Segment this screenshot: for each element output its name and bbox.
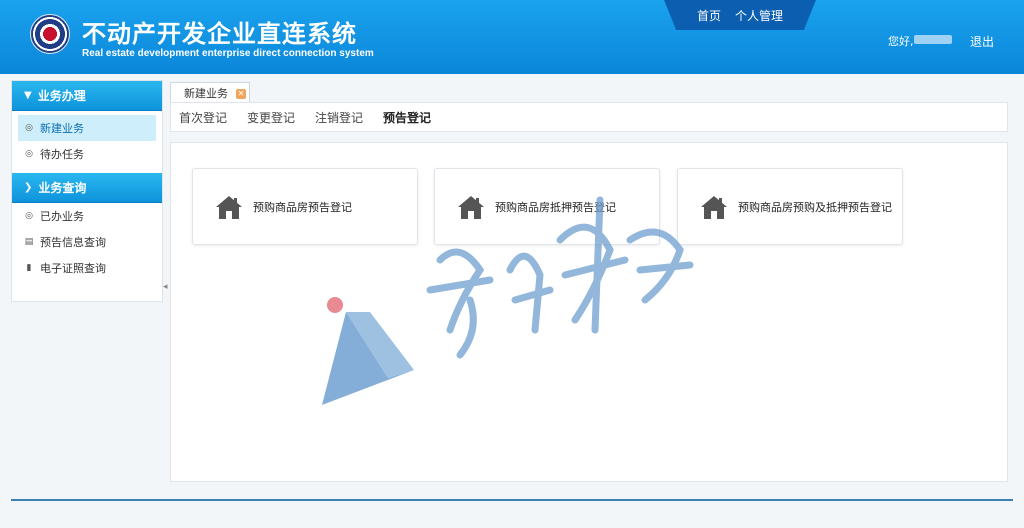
- sidebar-item-label: 已办业务: [40, 210, 84, 223]
- document-icon: ▮: [26, 263, 32, 273]
- nav-home[interactable]: 首页: [697, 7, 721, 24]
- username-redacted: [914, 35, 952, 44]
- sidebar-item-new-business[interactable]: ◎ 新建业务: [18, 115, 156, 141]
- footer-divider: [11, 499, 1013, 501]
- subnav-first-registration[interactable]: 首次登记: [179, 109, 227, 126]
- card-label: 预购商品房抵押预告登记: [495, 200, 616, 214]
- subnav-advance-notice-registration[interactable]: 预告登记: [383, 109, 431, 126]
- user-greeting: 您好,: [888, 35, 914, 48]
- app-header: 不动产开发企业直连系统 Real estate development ente…: [0, 0, 1024, 74]
- card-label: 预购商品房预告登记: [253, 200, 352, 214]
- chevron-right-icon: ❯: [24, 182, 33, 193]
- subnav-cancel-registration[interactable]: 注销登记: [315, 109, 363, 126]
- sidebar-item-label: 预告信息查询: [40, 236, 106, 249]
- document-icon: ▤: [24, 237, 34, 247]
- chevron-down-icon: ▼: [24, 90, 32, 101]
- circle-bullet-icon: ◎: [25, 211, 33, 221]
- tab-new-business[interactable]: 新建业务 ✕: [170, 82, 250, 102]
- sidebar: ▼ 业务办理 ◎ 新建业务 ◎ 待办任务 ❯ 业务查询 ◎ 已办业务 ▤ 预告信…: [11, 80, 163, 302]
- sidebar-section-title: 业务办理: [37, 89, 86, 103]
- sidebar-section-title: 业务查询: [38, 181, 87, 195]
- card-presale-notice[interactable]: 预购商品房预告登记: [192, 168, 418, 245]
- tab-label: 新建业务: [184, 86, 228, 100]
- top-nav: 首页 个人管理: [664, 0, 816, 30]
- tab-strip: 新建业务 ✕: [170, 80, 1008, 102]
- sidebar-item-label: 待办任务: [40, 148, 84, 161]
- registration-type-nav: 首次登记 变更登记 注销登记 预告登记: [170, 102, 1008, 132]
- subnav-change-registration[interactable]: 变更登记: [247, 109, 295, 126]
- circle-bullet-icon: ◎: [25, 123, 33, 133]
- card-label: 预购商品房预购及抵押预告登记: [738, 200, 892, 214]
- nav-personal-management[interactable]: 个人管理: [735, 7, 783, 24]
- card-presale-mortgage-notice[interactable]: 预购商品房抵押预告登记: [434, 168, 660, 245]
- logo-emblem-icon: [30, 14, 70, 54]
- app-subtitle: Real estate development enterprise direc…: [82, 48, 374, 59]
- card-presale-and-mortgage-notice[interactable]: 预购商品房预购及抵押预告登记: [677, 168, 903, 245]
- house-icon: [216, 195, 242, 219]
- sidebar-item-label: 新建业务: [40, 122, 84, 135]
- sidebar-item-notice-query[interactable]: ▤ 预告信息查询: [12, 229, 162, 255]
- close-icon[interactable]: ✕: [236, 89, 246, 99]
- sidebar-item-pending-tasks[interactable]: ◎ 待办任务: [12, 141, 162, 167]
- sidebar-collapse-icon[interactable]: ◂: [163, 282, 168, 292]
- house-icon: [701, 195, 727, 219]
- sidebar-section-business[interactable]: ▼ 业务办理: [12, 81, 162, 111]
- sidebar-section-query[interactable]: ❯ 业务查询: [12, 173, 162, 203]
- content-panel: 预购商品房预告登记 预购商品房抵押预告登记 预购商品房预购及抵押预告登记: [170, 142, 1008, 482]
- sidebar-item-completed-business[interactable]: ◎ 已办业务: [12, 203, 162, 229]
- sidebar-item-label: 电子证照查询: [40, 262, 106, 275]
- circle-bullet-icon: ◎: [25, 149, 33, 159]
- logout-link[interactable]: 退出: [970, 33, 994, 50]
- house-icon: [458, 195, 484, 219]
- app-title: 不动产开发企业直连系统: [82, 20, 357, 48]
- sidebar-item-certificate-query[interactable]: ▮ 电子证照查询: [12, 255, 162, 281]
